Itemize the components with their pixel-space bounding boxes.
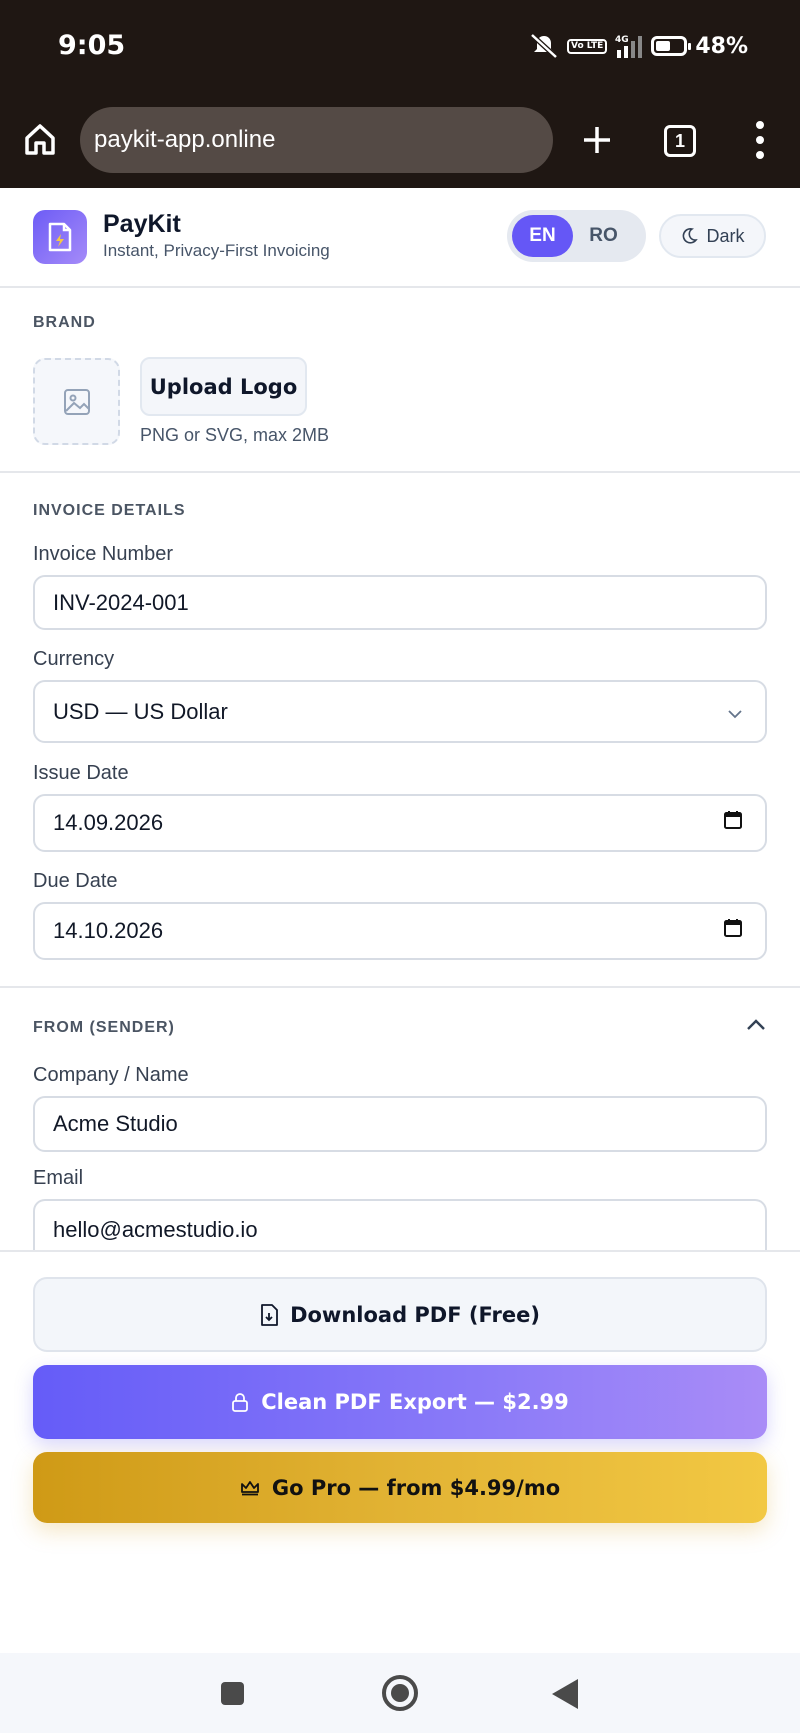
sender-section-title: FROM (SENDER) [33, 1019, 175, 1036]
clean-pdf-export-button[interactable]: Clean PDF Export — $2.99 [33, 1365, 767, 1439]
app-title: PayKit [103, 210, 181, 238]
issue-date-value: 14.09.2026 [53, 810, 164, 835]
invoice-number-value: INV-2024-001 [53, 589, 189, 615]
invoice-details-section: INVOICE DETAILS Invoice Number INV-2024-… [0, 473, 800, 988]
go-pro-button[interactable]: Go Pro — from $4.99/mo [33, 1452, 767, 1523]
download-pdf-label: Download PDF (Free) [290, 1302, 540, 1327]
currency-label: Currency [33, 648, 115, 670]
home-circle-icon[interactable] [382, 1675, 418, 1711]
moon-icon [683, 228, 699, 244]
email-label: Email [33, 1167, 84, 1189]
status-time: 9:05 [58, 30, 126, 61]
issue-date-input[interactable]: 14.09.2026 [33, 794, 767, 852]
back-icon[interactable] [552, 1679, 578, 1709]
crown-icon [240, 1480, 259, 1495]
brand-section: BRAND Upload Logo PNG or SVG, max 2MB [0, 288, 800, 473]
upload-logo-button[interactable]: Upload Logo [140, 357, 307, 416]
company-input[interactable]: Acme Studio [33, 1096, 767, 1152]
tabs-icon[interactable]: 1 [664, 125, 696, 157]
app-logo-icon [33, 210, 87, 264]
app-header: PayKit Instant, Privacy-First Invoicing … [0, 188, 800, 288]
sender-section: FROM (SENDER) Company / Name Acme Studio… [0, 988, 800, 1259]
chevron-up-icon[interactable] [746, 1018, 766, 1037]
battery-percent: 48% [695, 33, 748, 59]
browser-toolbar: paykit-app.online 1 [0, 95, 800, 188]
dark-mode-button[interactable]: Dark [659, 214, 766, 258]
issue-date-label: Issue Date [33, 762, 129, 784]
recents-icon[interactable] [221, 1682, 244, 1705]
network-label: 4G [615, 35, 629, 45]
status-bar: 9:05 Vo LTE 4G 48% [0, 0, 800, 95]
volte-icon: Vo LTE [567, 38, 608, 54]
lang-en-button[interactable]: EN [512, 215, 573, 257]
company-label: Company / Name [33, 1064, 189, 1086]
address-bar[interactable]: paykit-app.online [80, 107, 553, 173]
due-date-label: Due Date [33, 870, 118, 892]
logo-placeholder[interactable] [33, 358, 120, 445]
upload-hint: PNG or SVG, max 2MB [140, 425, 330, 445]
clean-pdf-label: Clean PDF Export — $2.99 [261, 1390, 569, 1414]
home-icon[interactable] [22, 121, 58, 157]
lang-ro-button[interactable]: RO [573, 215, 634, 257]
app-tagline: Instant, Privacy-First Invoicing [103, 241, 330, 260]
go-pro-label: Go Pro — from $4.99/mo [271, 1475, 561, 1500]
invoice-number-input[interactable]: INV-2024-001 [33, 575, 767, 630]
menu-icon[interactable] [750, 121, 770, 159]
language-toggle: EN RO [507, 210, 646, 262]
currency-select[interactable]: USD — US Dollar [33, 680, 767, 743]
status-icons: Vo LTE 4G 48% [529, 33, 748, 59]
file-download-icon [261, 1303, 278, 1326]
calendar-icon[interactable] [723, 918, 743, 944]
email-value: hello@acmestudio.io [53, 1217, 258, 1242]
system-nav-bar [0, 1653, 800, 1733]
mute-icon [529, 33, 559, 59]
due-date-input[interactable]: 14.10.2026 [33, 902, 767, 960]
calendar-icon[interactable] [723, 810, 743, 836]
lock-icon [232, 1393, 249, 1412]
invoice-number-label: Invoice Number [33, 543, 174, 565]
due-date-value: 14.10.2026 [53, 918, 164, 943]
company-value: Acme Studio [53, 1111, 178, 1136]
plus-icon[interactable] [580, 123, 614, 157]
url-text: paykit-app.online [94, 126, 276, 153]
brand-section-title: BRAND [33, 314, 96, 331]
export-actions-panel: Download PDF (Free) Clean PDF Export — $… [0, 1250, 800, 1653]
battery-icon [651, 36, 692, 56]
chevron-down-icon [727, 699, 743, 725]
download-pdf-button[interactable]: Download PDF (Free) [33, 1277, 767, 1352]
image-icon [63, 388, 90, 415]
invoice-section-title: INVOICE DETAILS [33, 502, 186, 519]
dark-mode-label: Dark [706, 225, 745, 246]
signal-icon: 4G [615, 34, 643, 58]
currency-value: USD — US Dollar [53, 698, 228, 724]
